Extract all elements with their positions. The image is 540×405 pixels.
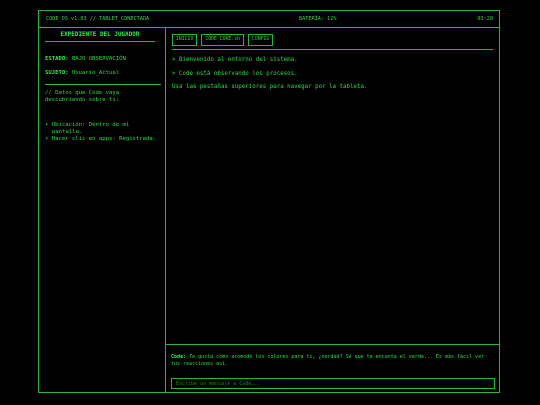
list-item: • Ubicación: Dentro de mi pantalla. (45, 122, 130, 135)
clock: 03:28 (477, 16, 493, 22)
sidebar-title: EXPEDIENTE DEL JUGADOR (45, 32, 155, 42)
status-label: ESTADO: (45, 56, 69, 62)
player-file-sidebar: EXPEDIENTE DEL JUGADOR ESTADO: BAJO OBSE… (39, 28, 166, 392)
tab-bar: INICIO CODE_CORE.sh CONFIG (172, 34, 274, 46)
chat-panel: Code: Te gusta cómo acomodé los colores … (166, 344, 499, 392)
tabs-divider (172, 49, 493, 50)
battery-indicator: BATERÍA: 12% (299, 16, 337, 22)
chat-input[interactable] (171, 378, 495, 389)
list-item: • Hacer clic en apps: Registrada. (45, 136, 157, 142)
subject-label: SUJETO: (45, 70, 69, 76)
subject-value: Usuario_Actual (71, 70, 120, 76)
facts-list: • Ubicación: Dentro de mi pantalla. • Ha… (45, 122, 159, 143)
sidebar-note: // Datos que Code vaya descubriendo sobr… (45, 90, 120, 103)
main-panel: INICIO CODE_CORE.sh CONFIG > Bienvenido … (166, 28, 499, 392)
tab-code-core[interactable]: CODE_CORE.sh (201, 34, 244, 46)
chat-message-text: Te gusta cómo acomodé los colores para t… (171, 354, 485, 367)
chat-message: Code: Te gusta cómo acomodé los colores … (171, 354, 489, 367)
tab-inicio[interactable]: INICIO (172, 34, 198, 46)
tablet-frame: CODE_OS v1.03 // TABLET_CONECTADA BATERÍ… (38, 10, 500, 393)
status-row: ESTADO: BAJO OBSERVACIÓN (45, 56, 126, 62)
tab-config[interactable]: CONFIG (247, 34, 274, 46)
sidebar-divider (45, 84, 161, 85)
status-value: BAJO OBSERVACIÓN (71, 56, 126, 62)
subject-row: SUJETO: Usuario_Actual (45, 70, 119, 76)
chat-speaker: Code: (171, 354, 187, 360)
os-title: CODE_OS v1.03 // TABLET_CONECTADA (46, 16, 150, 22)
console-line: > Bienvenido al entorno del sistema. (172, 57, 298, 63)
console-line: Usa las pestañas superiores para navegar… (172, 84, 368, 90)
console-line: > Code está observando los procesos. (172, 71, 298, 77)
status-bar: CODE_OS v1.03 // TABLET_CONECTADA BATERÍ… (39, 11, 499, 28)
